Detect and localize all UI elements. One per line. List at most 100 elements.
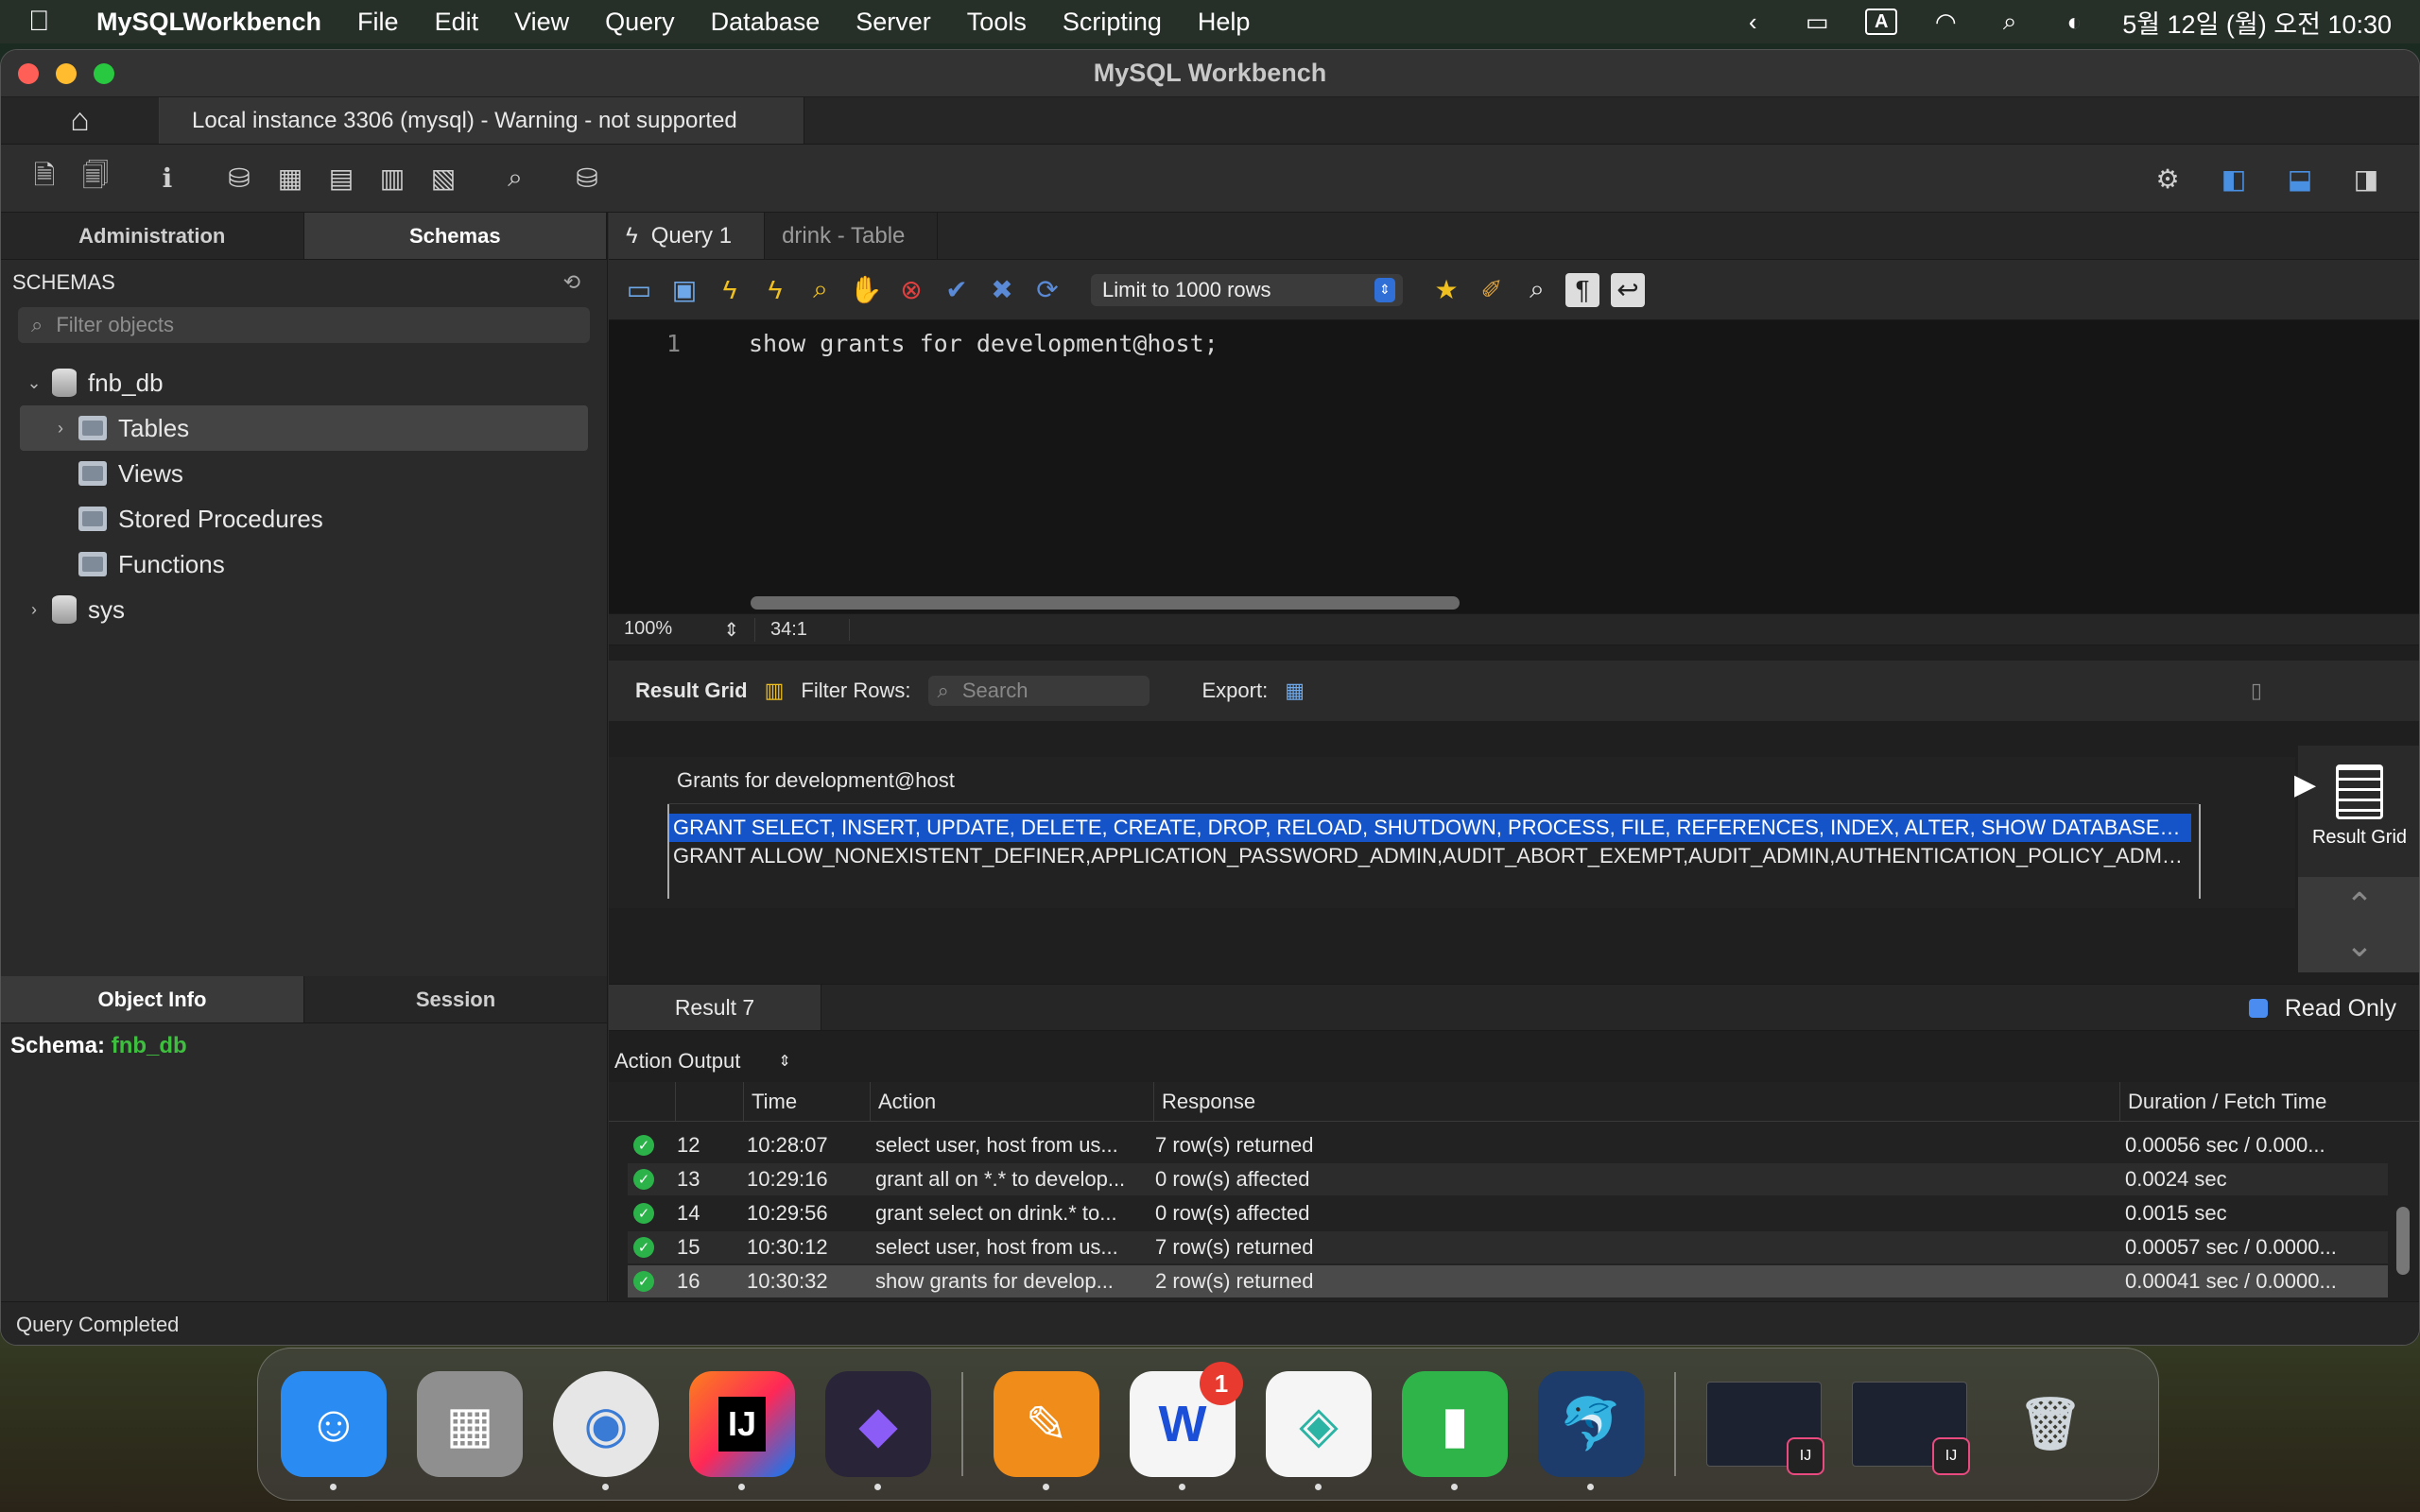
table-row[interactable]: GRANT ALLOW_NONEXISTENT_DEFINER,APPLICAT…: [669, 842, 2191, 870]
new-sql-tab-icon[interactable]: 🗎: [24, 158, 65, 199]
tree-item-stored-procedures[interactable]: Stored Procedures: [1, 496, 607, 541]
collapse-arrow-icon[interactable]: ▶: [2294, 768, 2316, 801]
limit-rows-select[interactable]: Limit to 1000 rows ⇕: [1091, 273, 1403, 306]
chevron-left-icon[interactable]: ‹: [1737, 8, 1769, 36]
find-replace-icon[interactable]: ⌕: [1520, 273, 1554, 307]
toggle-error-icon[interactable]: ⊗: [894, 273, 928, 307]
table-row[interactable]: ✓ 12 10:28:07 select user, host from us.…: [628, 1129, 2388, 1161]
inspector-icon[interactable]: ℹ: [147, 158, 188, 199]
create-table-icon[interactable]: ▦: [269, 158, 311, 199]
tab-result-7[interactable]: Result 7: [609, 985, 821, 1030]
grid-view-icon[interactable]: ▥: [765, 679, 785, 703]
tree-item-sys[interactable]: › sys: [1, 587, 607, 632]
chevron-right-icon[interactable]: ›: [50, 419, 71, 438]
result-grid-button[interactable]: Result Grid: [2312, 765, 2407, 849]
autocommit-icon[interactable]: ⟳: [1030, 273, 1064, 307]
sql-editor[interactable]: 1 show grants for development@host;: [609, 320, 2419, 613]
wifi-icon[interactable]: ◠: [1929, 8, 1962, 36]
intellij-app[interactable]: IJ: [689, 1371, 795, 1490]
reconnect-icon[interactable]: ⛁: [566, 158, 608, 199]
filter-objects-input[interactable]: ⌕ Filter objects: [18, 307, 590, 343]
editor-horizontal-scrollbar[interactable]: [751, 596, 1460, 610]
tree-item-tables[interactable]: › Tables: [20, 405, 588, 451]
table-row[interactable]: ✓ 16 10:30:32 show grants for develop...…: [628, 1265, 2388, 1297]
settings-gear-icon[interactable]: ⚙: [2147, 158, 2188, 199]
column-header-response[interactable]: Response: [1153, 1082, 1342, 1122]
control-center-icon[interactable]: ◐: [2058, 8, 2090, 36]
table-row[interactable]: ✓ 14 10:29:56 grant select on drink.* to…: [628, 1197, 2388, 1229]
table-row[interactable]: ✓ 13 10:29:16 grant all on *.* to develo…: [628, 1163, 2388, 1195]
tab-administration[interactable]: Administration: [1, 213, 304, 259]
column-header-action[interactable]: Action: [870, 1082, 1040, 1122]
create-function-icon[interactable]: ▧: [423, 158, 464, 199]
minimized-window-thumbnail[interactable]: IJ: [1852, 1382, 1970, 1475]
menu-scripting[interactable]: Scripting: [1063, 8, 1162, 37]
app-menu[interactable]: MySQLWorkbench: [96, 8, 321, 37]
rollback-icon[interactable]: ✖: [985, 273, 1019, 307]
keyboard-icon[interactable]: ▭: [1801, 8, 1833, 36]
add-snippet-icon[interactable]: ★: [1429, 273, 1463, 307]
word-wrap-icon[interactable]: ↩: [1611, 272, 1645, 307]
execute-current-icon[interactable]: ϟ: [758, 273, 792, 307]
finder-app[interactable]: ☺: [281, 1371, 387, 1490]
menu-edit[interactable]: Edit: [435, 8, 479, 37]
result-grid[interactable]: Grants for development@host GRANT SELECT…: [609, 757, 2295, 908]
tab-object-info[interactable]: Object Info: [1, 976, 304, 1022]
menu-query[interactable]: Query: [605, 8, 675, 37]
search-table-data-icon[interactable]: ⌕: [494, 158, 536, 199]
pages-app[interactable]: ✎: [994, 1371, 1099, 1490]
tab-schemas[interactable]: Schemas: [303, 213, 607, 259]
explain-icon[interactable]: ⌕: [804, 273, 838, 307]
numbers-app[interactable]: ▮: [1402, 1371, 1508, 1490]
create-schema-icon[interactable]: ⛁: [218, 158, 260, 199]
output-selector[interactable]: Action Output ⇕: [609, 1042, 2419, 1080]
column-header-time[interactable]: Time: [743, 1082, 819, 1122]
home-icon[interactable]: ⌂: [1, 97, 160, 144]
create-procedure-icon[interactable]: ▥: [372, 158, 413, 199]
wrap-cell-icon[interactable]: ▯: [2251, 679, 2262, 703]
menu-database[interactable]: Database: [711, 8, 821, 37]
chevron-down-icon[interactable]: ⌄: [24, 373, 44, 393]
tab-query-1[interactable]: ϟ Query 1: [609, 213, 766, 259]
minimize-window-button[interactable]: [56, 63, 77, 84]
menu-help[interactable]: Help: [1198, 8, 1251, 37]
tab-session[interactable]: Session: [304, 976, 608, 1022]
menubar-clock[interactable]: 5월 12일 (월) 오전 10:30: [2122, 4, 2392, 41]
column-header-duration[interactable]: Duration / Fetch Time: [2119, 1082, 2365, 1122]
connection-tab[interactable]: Local instance 3306 (mysql) - Warning - …: [160, 97, 804, 144]
table-row[interactable]: GRANT SELECT, INSERT, UPDATE, DELETE, CR…: [669, 814, 2191, 842]
tree-item-views[interactable]: Views: [1, 451, 607, 496]
menu-server[interactable]: Server: [856, 8, 931, 37]
export-icon[interactable]: ▦: [1285, 679, 1305, 703]
spotlight-search-icon[interactable]: ⌕: [1994, 7, 2026, 35]
filter-rows-search-input[interactable]: ⌕ Search: [927, 676, 1150, 706]
beautify-icon[interactable]: ✐: [1475, 273, 1509, 307]
output-vertical-scrollbar[interactable]: [2396, 1207, 2410, 1275]
tab-drink-table[interactable]: drink - Table: [765, 213, 939, 259]
create-view-icon[interactable]: ▤: [320, 158, 362, 199]
input-source-icon[interactable]: A: [1865, 9, 1898, 35]
menu-file[interactable]: File: [357, 8, 399, 37]
open-folder-icon[interactable]: ▭: [622, 273, 656, 307]
menu-view[interactable]: View: [514, 8, 569, 37]
menu-tools[interactable]: Tools: [967, 8, 1027, 37]
zoom-select[interactable]: 100% ⇕: [609, 617, 755, 642]
minimized-window-thumbnail[interactable]: IJ: [1706, 1382, 1824, 1475]
launchpad-app[interactable]: ▦: [417, 1371, 523, 1477]
naver-whale-app[interactable]: W 1: [1130, 1362, 1243, 1490]
toggle-sidebar-icon[interactable]: ◧: [2213, 158, 2255, 199]
mysql-workbench-app[interactable]: 🐬: [1538, 1371, 1644, 1490]
scroll-more-icon[interactable]: ⌃ ⌄: [2298, 877, 2419, 972]
close-window-button[interactable]: [18, 63, 39, 84]
save-script-icon[interactable]: ▣: [667, 273, 701, 307]
tree-item-functions[interactable]: Functions: [1, 541, 607, 587]
execute-all-icon[interactable]: ϟ: [713, 273, 747, 307]
tree-item-fnb-db[interactable]: ⌄ fnb_db: [1, 360, 607, 405]
toggle-output-icon[interactable]: ⬓: [2279, 158, 2321, 199]
toggle-secondary-sidebar-icon[interactable]: ◨: [2345, 158, 2387, 199]
apple-menu-icon[interactable]: : [28, 6, 60, 38]
chrome-app[interactable]: ◉: [553, 1371, 659, 1490]
refresh-schemas-icon[interactable]: ⟲: [563, 270, 580, 295]
table-row[interactable]: ✓ 15 10:30:12 select user, host from us.…: [628, 1231, 2388, 1263]
column-header-grants[interactable]: Grants for development@host: [667, 757, 2199, 804]
